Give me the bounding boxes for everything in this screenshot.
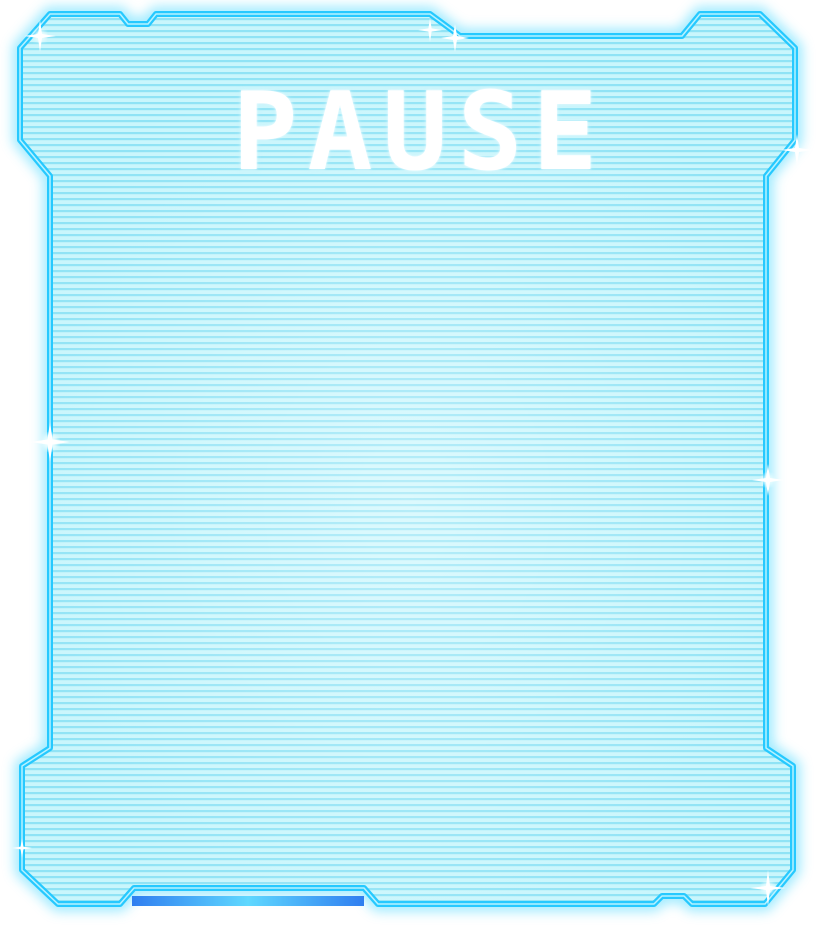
pause-screen: PAUSE <box>0 0 827 931</box>
pause-title: PAUSE <box>232 70 608 195</box>
bottom-bar <box>132 896 364 906</box>
